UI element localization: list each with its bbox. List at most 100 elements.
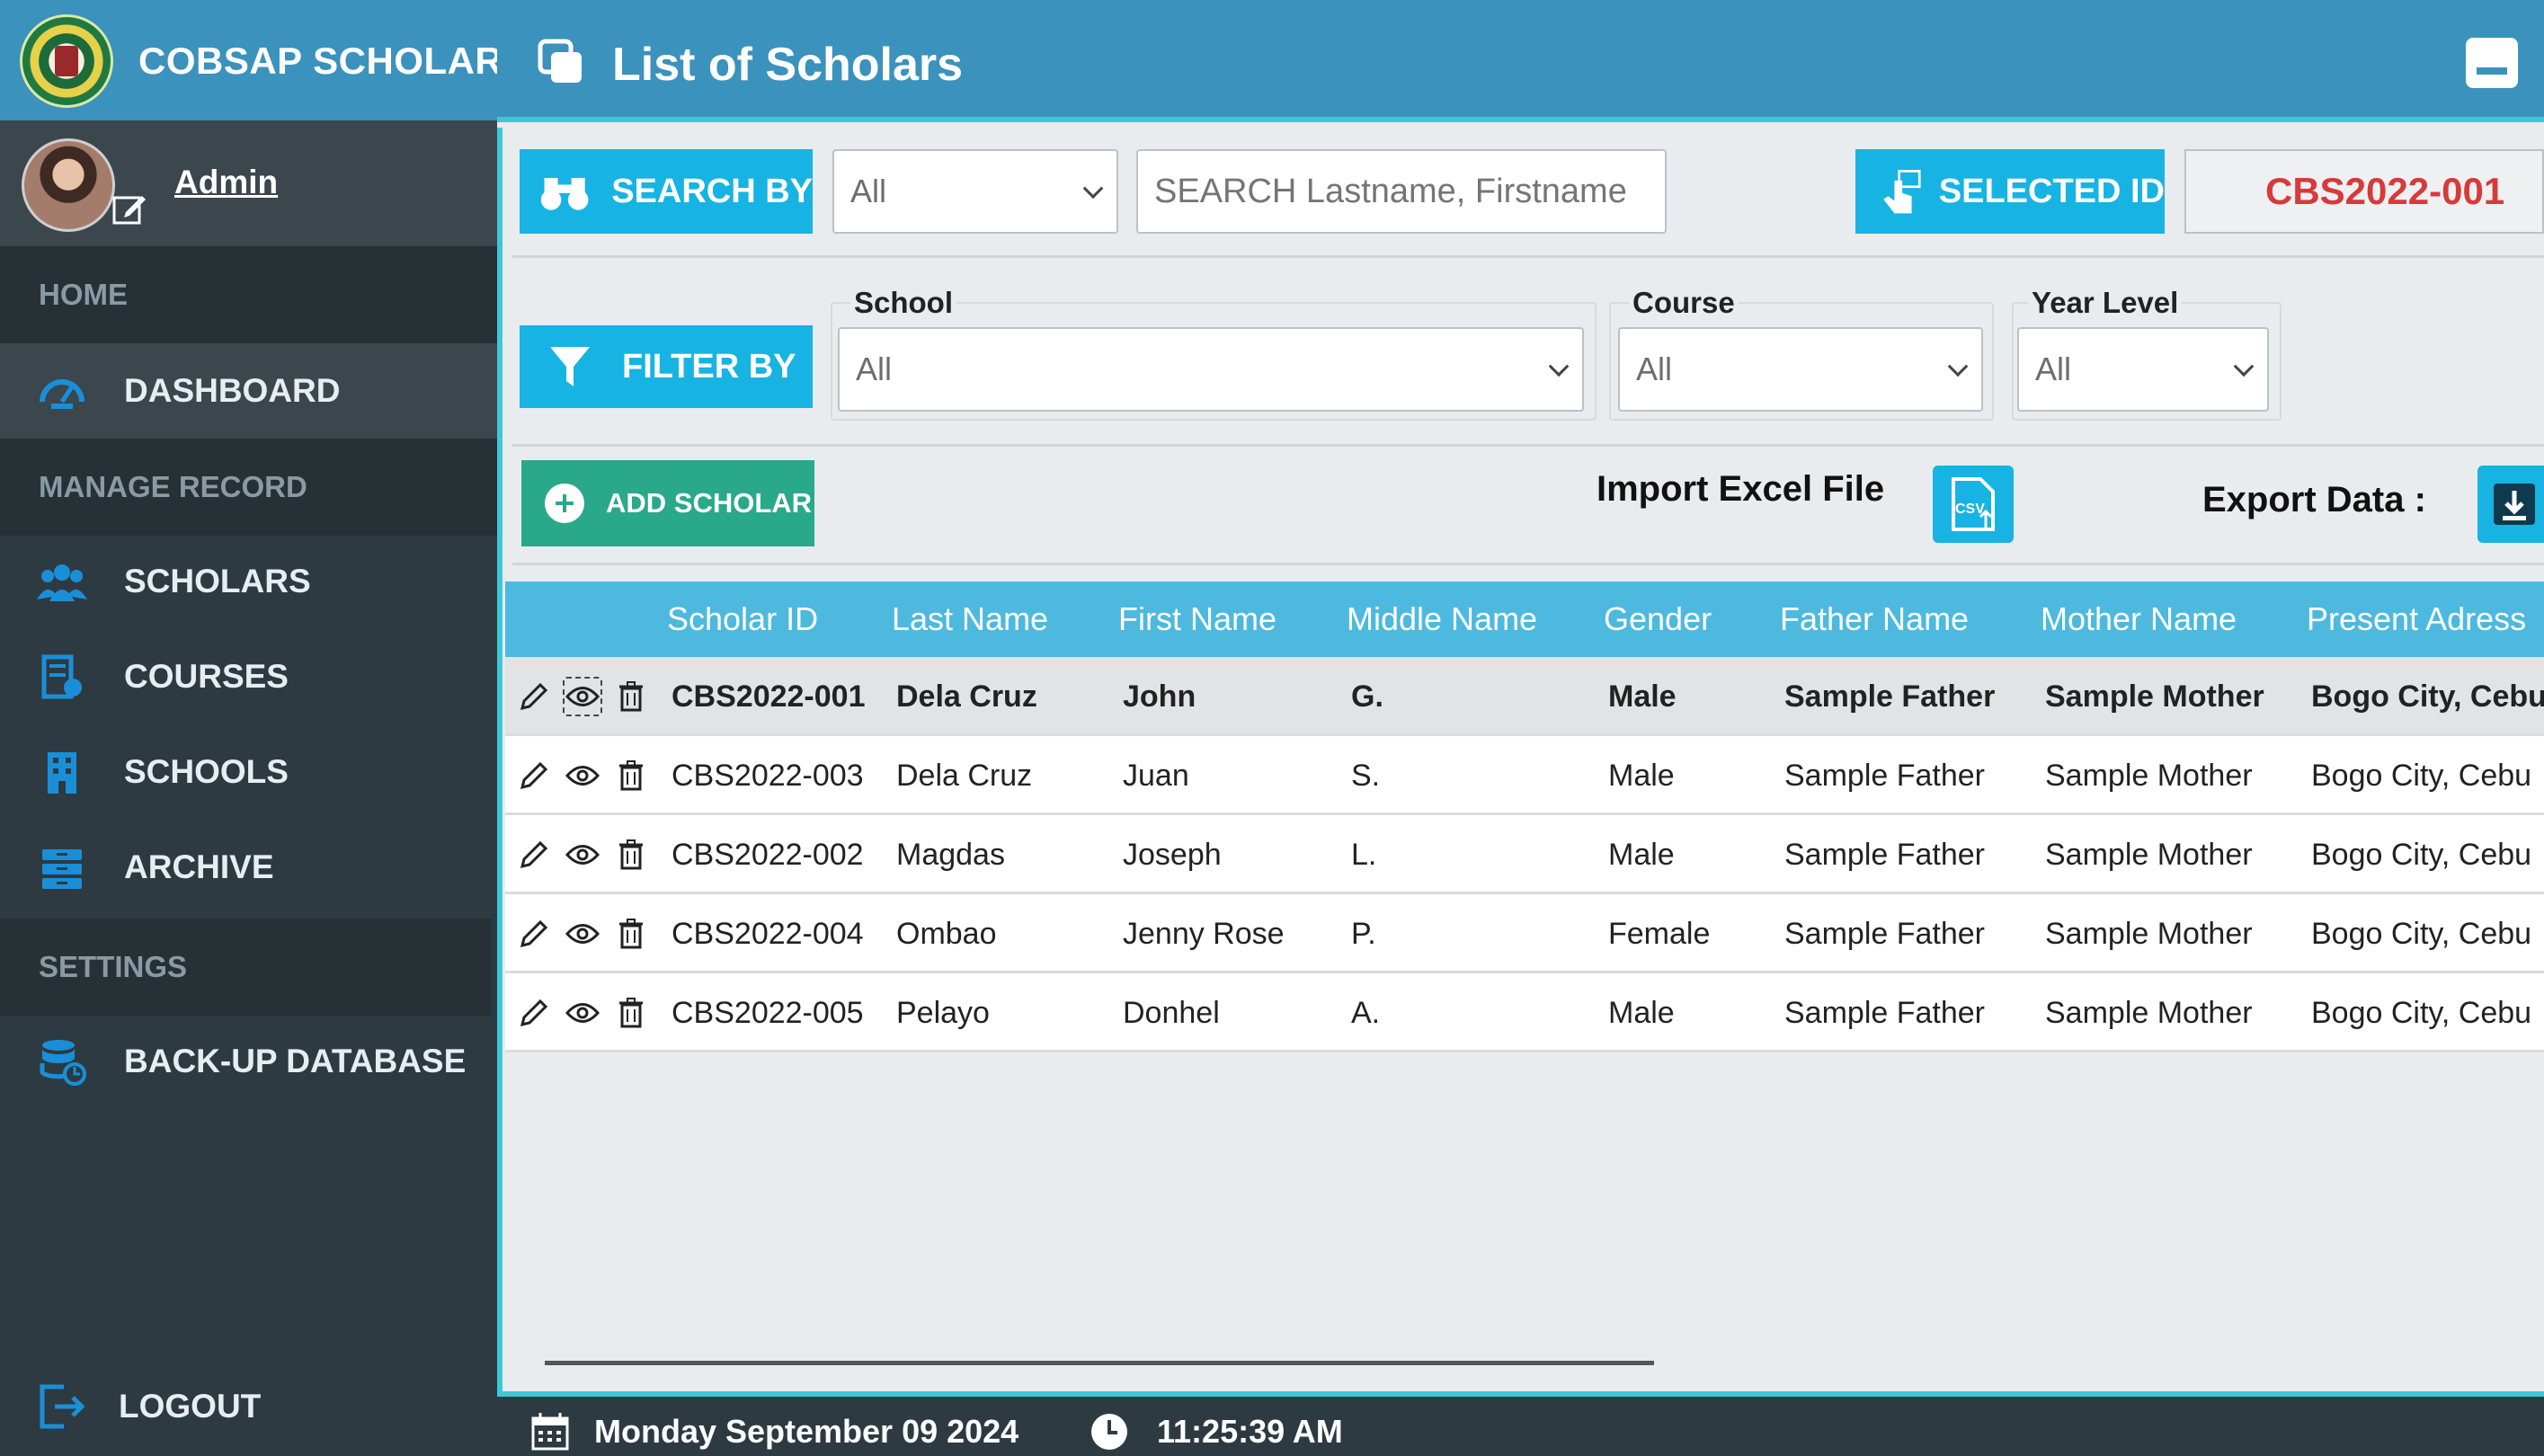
column-header[interactable]: First Name	[1118, 582, 1276, 657]
sidebar-item-dashboard[interactable]: DASHBOARD	[0, 343, 497, 439]
column-header[interactable]: Scholar ID	[667, 582, 818, 657]
table-cell: Magdas	[896, 838, 1005, 872]
search-input[interactable]	[1136, 149, 1667, 234]
database-icon	[36, 1035, 88, 1088]
table-row[interactable]: CBS2022-003 Dela Cruz Juan S. Male Sample Fat…	[505, 736, 2544, 815]
edit-icon[interactable]	[514, 914, 554, 954]
page-title: List of Scholars	[612, 39, 964, 91]
view-icon[interactable]	[563, 756, 602, 795]
course-value: All	[1636, 351, 1673, 387]
section-settings: SETTINGS	[0, 919, 491, 1016]
year-level-value: All	[2035, 351, 2072, 387]
dashboard-icon	[36, 365, 88, 417]
table-row[interactable]: CBS2022-001 Dela Cruz John G. Male Sample Fat…	[505, 657, 2544, 736]
edit-icon[interactable]	[514, 677, 554, 716]
edit-profile-icon[interactable]	[111, 191, 147, 226]
column-header[interactable]: Present Adress	[2307, 582, 2526, 657]
sidebar-item-backup-database[interactable]: BACK-UP DATABASE	[0, 1014, 497, 1109]
export-label: Export Data :	[2202, 480, 2426, 519]
export-button[interactable]	[2477, 466, 2544, 543]
plus-circle-icon	[545, 484, 584, 523]
download-icon	[2494, 484, 2535, 525]
chevron-down-icon	[1548, 356, 1570, 377]
table-cell: Joseph	[1123, 838, 1222, 872]
logout-button[interactable]: LOGOUT	[0, 1357, 497, 1456]
brand-bar: COBSAP SCHOLAR	[0, 0, 498, 120]
logout-icon	[36, 1381, 88, 1433]
table-cell: CBS2022-005	[672, 996, 864, 1030]
sidebar-item-schools[interactable]: SCHOOLS	[0, 724, 497, 820]
edit-icon[interactable]	[514, 993, 554, 1033]
minimize-button[interactable]	[2466, 38, 2518, 88]
profile-panel: Admin	[0, 120, 497, 246]
table-cell: A.	[1351, 996, 1381, 1030]
table-cell: John	[1123, 679, 1196, 714]
view-icon[interactable]	[563, 677, 602, 716]
table-cell: S.	[1351, 759, 1381, 793]
table-row[interactable]: CBS2022-005 Pelayo Donhel A. Male Sample Fath…	[505, 973, 2544, 1052]
table-cell: G.	[1351, 679, 1383, 714]
delete-icon[interactable]	[611, 677, 651, 716]
search-by-select[interactable]: All	[832, 149, 1118, 234]
table-cell: Sample Father	[1784, 838, 1985, 872]
sidebar-item-archive[interactable]: ARCHIVE	[0, 820, 497, 915]
divider	[512, 563, 2544, 565]
sidebar-item-label: DASHBOARD	[124, 372, 341, 409]
column-header[interactable]: Gender	[1604, 582, 1712, 657]
horizontal-scrollbar[interactable]	[545, 1361, 1654, 1365]
view-icon[interactable]	[563, 993, 602, 1033]
edit-icon[interactable]	[514, 835, 554, 874]
building-icon	[36, 746, 88, 798]
column-header[interactable]: Last Name	[892, 582, 1048, 657]
year-level-select[interactable]: All	[2017, 327, 2269, 412]
course-select[interactable]: All	[1618, 327, 1983, 412]
table-cell: Sample Father	[1784, 996, 1985, 1030]
school-select[interactable]: All	[838, 327, 1584, 412]
chevron-down-icon	[1082, 178, 1104, 200]
avatar	[22, 138, 115, 232]
table-cell: Female	[1608, 917, 1711, 951]
sidebar-item-scholars[interactable]: SCHOLARS	[0, 534, 497, 629]
selected-id-label: SELECTED ID	[1938, 172, 2165, 210]
table-cell: Dela Cruz	[896, 759, 1033, 793]
table-cell: Bogo City, Cebu	[2311, 759, 2532, 793]
school-label: School	[850, 286, 957, 320]
import-csv-button[interactable]: CSV	[1933, 466, 2014, 543]
chevron-down-icon	[2233, 356, 2255, 377]
table-row[interactable]: CBS2022-004 Ombao Jenny Rose P. Female Sample…	[505, 894, 2544, 973]
table-cell: Sample Father	[1784, 917, 1985, 951]
sidebar-item-courses[interactable]: COURSES	[0, 629, 497, 724]
table-cell: Sample Father	[1784, 679, 1996, 714]
logo-icon	[20, 14, 113, 108]
sidebar-item-label: COURSES	[124, 658, 289, 695]
year-level-label: Year Level	[2028, 286, 2183, 320]
current-time: 11:25:39 AM	[1157, 1413, 1343, 1450]
search-by-button[interactable]: SEARCH BY	[520, 149, 813, 234]
svg-text:CSV: CSV	[1955, 502, 1985, 517]
column-header[interactable]: Father Name	[1780, 582, 1969, 657]
delete-icon[interactable]	[611, 756, 651, 795]
selected-id-button[interactable]: SELECTED ID	[1855, 149, 2165, 234]
courses-icon	[36, 651, 88, 703]
column-header[interactable]: Mother Name	[2041, 582, 2237, 657]
column-header[interactable]: Middle Name	[1347, 582, 1537, 657]
add-scholar-button[interactable]: ADD SCHOLAR	[521, 460, 814, 546]
sidebar: COBSAP SCHOLAR Admin HOME DASHBOARD MANA…	[0, 0, 498, 1456]
add-scholar-label: ADD SCHOLAR	[606, 487, 813, 519]
table-cell: Bogo City, Cebu	[2311, 838, 2532, 872]
import-label: Import Excel File	[1597, 469, 1885, 509]
search-by-label: SEARCH BY	[611, 172, 813, 210]
delete-icon[interactable]	[611, 835, 651, 874]
delete-icon[interactable]	[611, 914, 651, 954]
profile-name[interactable]: Admin	[174, 164, 278, 201]
binoculars-icon	[540, 177, 589, 210]
edit-icon[interactable]	[514, 756, 554, 795]
section-home: HOME	[0, 246, 497, 343]
table-row[interactable]: CBS2022-002 Magdas Joseph L. Male Sample Fath…	[505, 815, 2544, 894]
table-cell: L.	[1351, 838, 1377, 872]
delete-icon[interactable]	[611, 993, 651, 1033]
view-icon[interactable]	[563, 835, 602, 874]
view-icon[interactable]	[563, 914, 602, 954]
filter-by-button[interactable]: FILTER BY	[520, 325, 813, 408]
table-cell: Male	[1608, 679, 1677, 714]
